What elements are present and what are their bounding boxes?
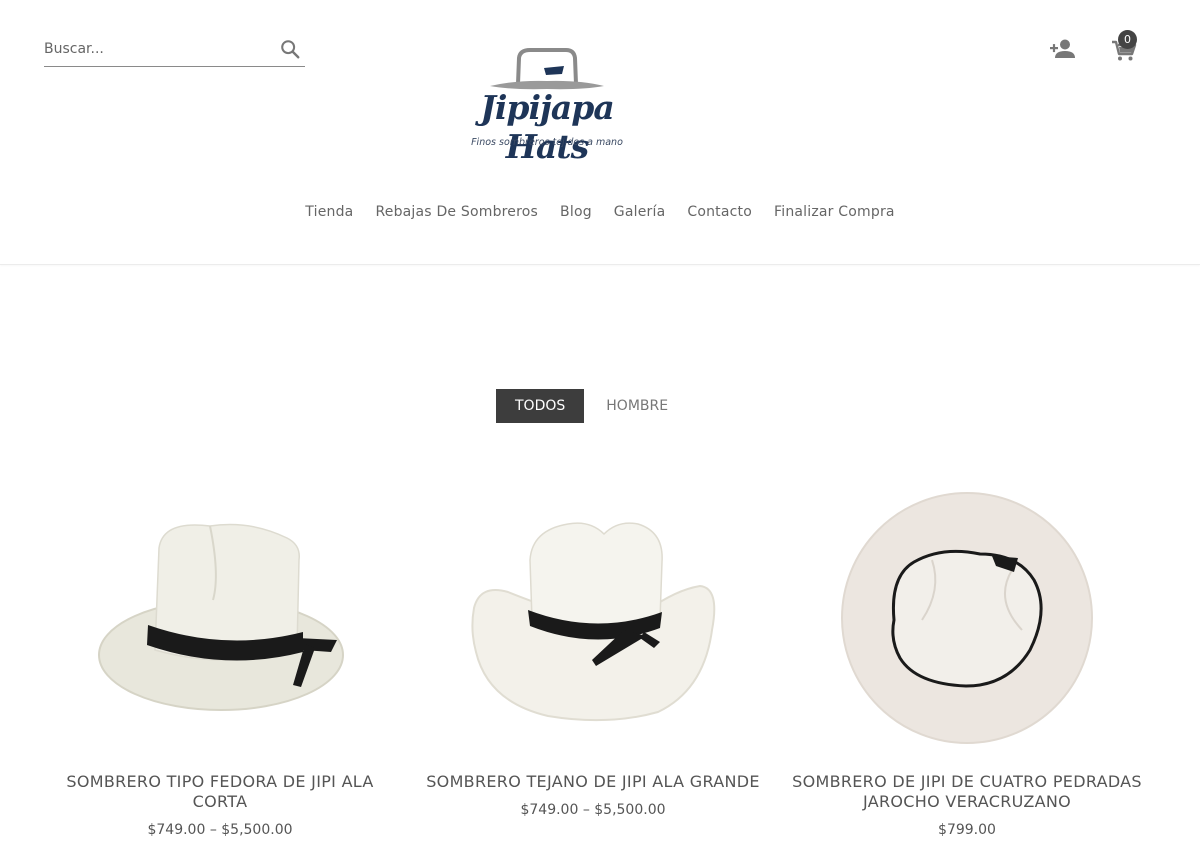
- fedora-hat-image: [98, 523, 344, 711]
- product-card: SOMBRERO TIPO FEDORA DE JIPI ALA CORTA $…: [35, 480, 405, 838]
- product-image-fedora[interactable]: [35, 480, 405, 750]
- product-title[interactable]: SOMBRERO TEJANO DE JIPI ALA GRANDE: [408, 772, 778, 792]
- nav-item-rebajas[interactable]: Rebajas De Sombreros: [375, 204, 538, 220]
- logo-hat-icon: [490, 48, 604, 90]
- search-icon[interactable]: [279, 38, 301, 60]
- filter-tab-todos[interactable]: TODOS: [496, 389, 585, 423]
- site-header: Jipijapa Hats Finos sombreros tejidos a …: [0, 0, 1200, 265]
- add-user-icon[interactable]: [1050, 38, 1076, 60]
- cart-count-badge: 0: [1118, 30, 1137, 49]
- cuatro-pedradas-hat-image: [841, 492, 1093, 744]
- product-price: $749.00 – $5,500.00: [147, 822, 293, 838]
- product-title[interactable]: SOMBRERO DE JIPI DE CUATRO PEDRADAS JARO…: [782, 772, 1152, 812]
- filter-tab-hombre[interactable]: HOMBRE: [584, 389, 690, 423]
- main-nav: Tienda Rebajas De Sombreros Blog Galería…: [0, 204, 1200, 220]
- tejano-hat-image: [471, 522, 716, 722]
- nav-item-blog[interactable]: Blog: [560, 204, 592, 220]
- product-filter-tabs: TODOS HOMBRE: [496, 389, 690, 423]
- product-card: SOMBRERO DE JIPI DE CUATRO PEDRADAS JARO…: [782, 480, 1152, 838]
- logo-tagline: Finos sombreros tejidos a mano: [471, 137, 623, 148]
- site-logo[interactable]: Jipijapa Hats Finos sombreros tejidos a …: [456, 44, 638, 166]
- logo-brand-text: Jipijapa Hats: [480, 88, 615, 166]
- product-image-tejano[interactable]: [408, 480, 778, 750]
- product-card: SOMBRERO TEJANO DE JIPI ALA GRANDE $749.…: [408, 480, 778, 818]
- nav-item-galeria[interactable]: Galería: [614, 204, 666, 220]
- nav-item-tienda[interactable]: Tienda: [305, 204, 353, 220]
- nav-item-contacto[interactable]: Contacto: [687, 204, 752, 220]
- product-image-cuatro-pedradas[interactable]: [782, 480, 1152, 750]
- nav-item-finalizar-compra[interactable]: Finalizar Compra: [774, 204, 895, 220]
- product-title[interactable]: SOMBRERO TIPO FEDORA DE JIPI ALA CORTA: [35, 772, 405, 812]
- search-input[interactable]: [44, 33, 264, 65]
- product-price: $799.00: [938, 822, 996, 838]
- product-price: $749.00 – $5,500.00: [520, 802, 666, 818]
- search-box: [44, 33, 305, 67]
